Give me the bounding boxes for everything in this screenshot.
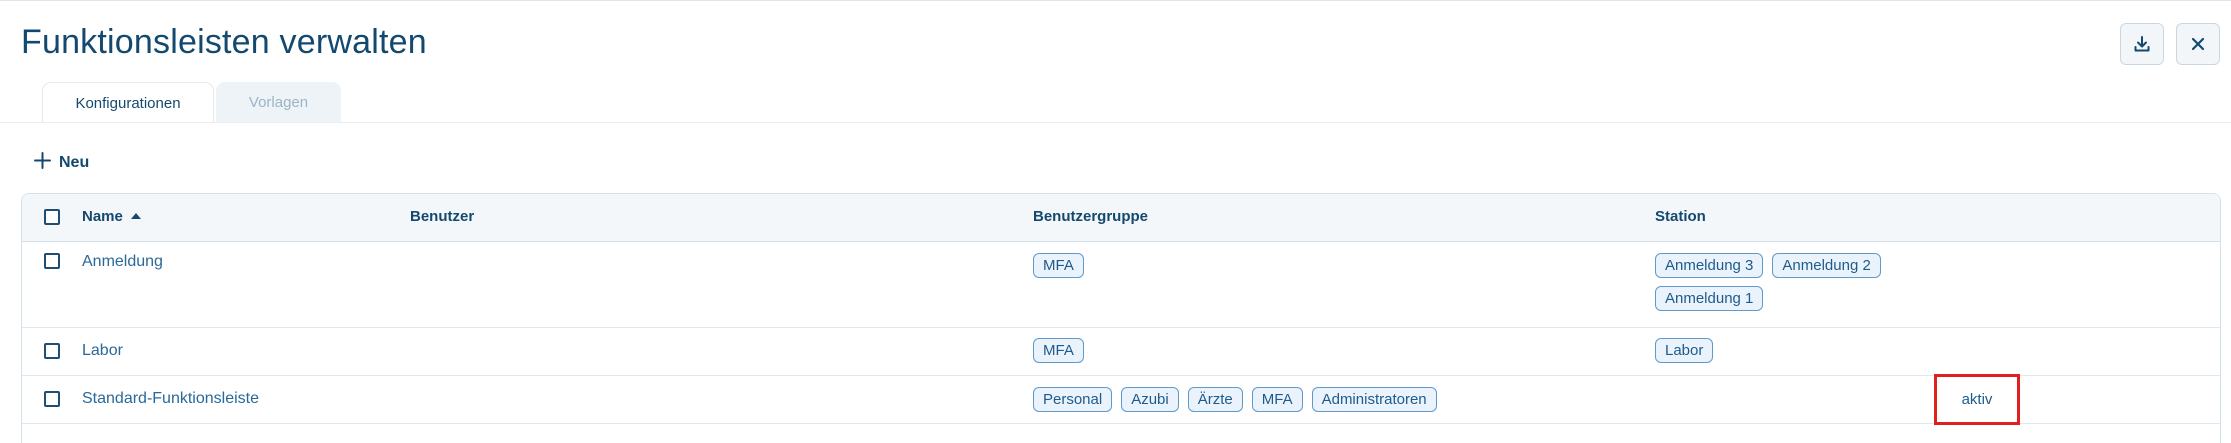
download-button[interactable] <box>2120 23 2164 65</box>
station-chip: Labor <box>1655 338 1714 363</box>
page-title: Funktionsleisten verwalten <box>21 23 427 61</box>
row-name[interactable]: Labor <box>82 342 123 360</box>
table-row[interactable]: Labor MFA Labor <box>22 328 2220 376</box>
row-name[interactable]: Anmeldung <box>82 253 163 271</box>
tab-konfigurationen[interactable]: Konfigurationen <box>42 82 214 123</box>
column-header-benutzer[interactable]: Benutzer <box>410 208 474 225</box>
row-checkbox[interactable] <box>44 253 60 269</box>
table-row[interactable]: Anmeldung MFA Anmeldung 3 Anmeldung 2 An… <box>22 242 2220 328</box>
station-chip: Anmeldung 3 <box>1655 253 1764 278</box>
station-chip: Anmeldung 2 <box>1772 253 1881 278</box>
app-window: Funktionsleisten verwalten Konfiguration… <box>0 0 2231 443</box>
plus-icon <box>34 152 51 174</box>
group-chips: Personal Azubi Ärzte MFA Administratoren <box>1033 387 1437 412</box>
station-chips: Anmeldung 3 Anmeldung 2 Anmeldung 1 <box>1655 253 1945 311</box>
group-chip: Ärzte <box>1187 387 1243 412</box>
group-chips: MFA <box>1033 338 1084 363</box>
close-icon <box>2190 36 2206 52</box>
row-checkbox[interactable] <box>44 391 60 407</box>
select-all-checkbox[interactable] <box>44 209 60 225</box>
group-chip: MFA <box>1033 253 1084 278</box>
group-chip: Personal <box>1033 387 1113 412</box>
tab-divider <box>0 122 2231 123</box>
column-header-name[interactable]: Name <box>82 208 141 225</box>
sort-ascending-icon <box>130 213 141 219</box>
station-chip: Anmeldung 1 <box>1655 286 1764 311</box>
download-icon <box>2133 35 2151 53</box>
group-chip: Administratoren <box>1311 387 1437 412</box>
table-header: Name Benutzer Benutzergruppe Station <box>22 194 2220 242</box>
row-name[interactable]: Standard-Funktionsleiste <box>82 390 259 408</box>
new-button-label: Neu <box>59 154 90 171</box>
status-badge: aktiv <box>1934 374 2020 425</box>
group-chips: MFA <box>1033 253 1084 278</box>
tab-vorlagen[interactable]: Vorlagen <box>216 82 341 123</box>
row-checkbox[interactable] <box>44 343 60 359</box>
column-header-benutzergruppe[interactable]: Benutzergruppe <box>1033 208 1148 225</box>
group-chip: MFA <box>1251 387 1303 412</box>
group-chip: MFA <box>1033 338 1084 363</box>
group-chip: Azubi <box>1121 387 1179 412</box>
configuration-table: Name Benutzer Benutzergruppe Station Anm… <box>21 193 2221 443</box>
column-header-name-label: Name <box>82 208 123 225</box>
new-button[interactable]: Neu <box>34 151 89 175</box>
station-chips: Labor <box>1655 338 1714 363</box>
table-row[interactable]: Standard-Funktionsleiste Personal Azubi … <box>22 374 2220 425</box>
tab-bar: Konfigurationen Vorlagen <box>42 82 343 123</box>
close-button[interactable] <box>2176 23 2220 65</box>
column-header-station[interactable]: Station <box>1655 208 1706 225</box>
